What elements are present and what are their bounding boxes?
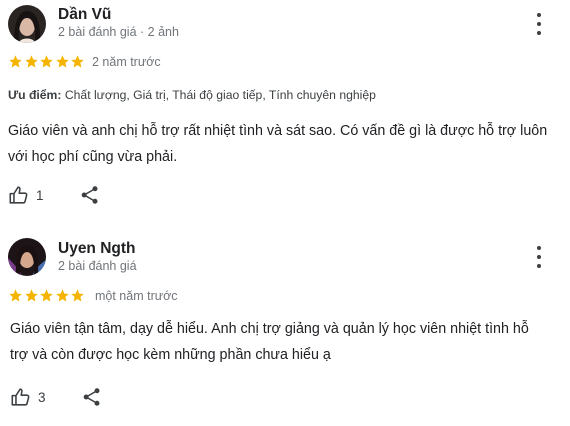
like-button[interactable]: 1 xyxy=(8,184,44,206)
like-count: 1 xyxy=(36,187,44,203)
pros-text: Chất lượng, Giá trị, Thái độ giao tiếp, … xyxy=(64,88,376,102)
like-button[interactable]: 3 xyxy=(10,386,46,408)
star-icon xyxy=(9,55,22,68)
author-meta: 2 bài đánh giá xyxy=(58,259,137,273)
avatar[interactable] xyxy=(8,238,46,276)
review-time: 2 năm trước xyxy=(92,55,161,69)
author-meta: 2 bài đánh giá · 2 ảnh xyxy=(58,25,179,39)
author-name[interactable]: Dần Vũ xyxy=(58,6,111,24)
star-rating xyxy=(8,54,86,69)
author-name[interactable]: Uyen Ngth xyxy=(58,240,136,258)
avatar[interactable] xyxy=(8,5,46,43)
share-button[interactable] xyxy=(82,387,102,412)
review-time: một năm trước xyxy=(95,289,178,303)
star-icon xyxy=(55,55,69,68)
more-options-button[interactable] xyxy=(534,246,544,268)
star-icon xyxy=(9,289,22,302)
thumbs-up-icon xyxy=(9,186,28,204)
more-options-button[interactable] xyxy=(534,13,544,35)
share-icon xyxy=(81,186,98,204)
star-rating xyxy=(8,288,86,303)
star-icon xyxy=(55,289,69,302)
review-text: Giáo viên tận tâm, dạy dễ hiểu. Anh chị … xyxy=(10,321,529,363)
star-icon xyxy=(24,55,38,68)
review-text: Giáo viên và anh chị hỗ trợ rất nhiệt tì… xyxy=(8,123,548,165)
star-icon xyxy=(40,55,53,68)
thumbs-up-icon xyxy=(11,388,30,406)
like-count: 3 xyxy=(38,389,46,405)
star-icon xyxy=(71,55,84,68)
pros-label: Ưu điểm: xyxy=(8,88,62,102)
share-button[interactable] xyxy=(80,185,100,210)
review-pros: Ưu điểm: Chất lượng, Giá trị, Thái độ gi… xyxy=(8,88,376,102)
star-icon xyxy=(40,289,53,302)
star-icon xyxy=(24,289,38,302)
share-icon xyxy=(83,388,100,406)
star-icon xyxy=(71,289,84,302)
